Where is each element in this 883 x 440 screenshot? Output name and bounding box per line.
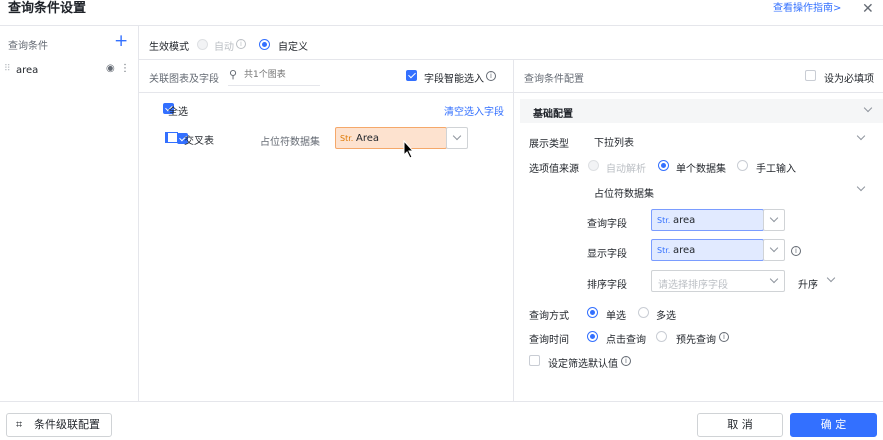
left-panel-divider (138, 25, 139, 401)
default-value-checkbox[interactable] (529, 355, 540, 366)
sort-field-select[interactable]: 请选择排序字段 (651, 270, 785, 292)
display-field-dropdown[interactable] (763, 239, 785, 261)
dialog-title: 查询条件设置 (8, 1, 87, 16)
mode-custom-radio[interactable] (259, 39, 270, 50)
source-auto-radio (588, 160, 599, 171)
mode-label: 生效模式 (149, 42, 189, 53)
dataset-value: 占位符数据集 (594, 189, 654, 200)
source-auto-label: 自动解析 (606, 164, 646, 175)
query-mode-multi-radio[interactable] (638, 307, 649, 318)
cancel-button[interactable]: 取 消 (697, 413, 783, 437)
display-type-label: 展示类型 (529, 139, 569, 150)
cascade-config-button[interactable]: ⌗ 条件级联配置 (6, 413, 112, 437)
query-field-dropdown[interactable] (763, 209, 785, 231)
chevron-down-icon (769, 213, 779, 223)
clear-fields-link[interactable]: 清空选入字段 (444, 103, 504, 118)
sort-field-label: 排序字段 (587, 280, 627, 291)
right-header-label: 查询条件配置 (524, 74, 584, 85)
chart-search-input[interactable] (244, 66, 318, 84)
middle-right-divider (513, 60, 514, 401)
display-field-label: 显示字段 (587, 249, 627, 260)
source-manual-label: 手工输入 (756, 164, 796, 175)
chevron-down-icon (826, 273, 836, 283)
query-mode-multi-label: 多选 (656, 311, 676, 322)
basic-config-section[interactable]: 基础配置 (520, 99, 883, 123)
guide-link[interactable]: 查看操作指南> (773, 1, 841, 17)
info-icon: i (719, 332, 729, 342)
dataset-select[interactable]: 占位符数据集 (590, 179, 873, 201)
condition-item[interactable]: ⠿ area ◉ ⋮ (0, 60, 138, 82)
query-field-label: 查询字段 (587, 219, 627, 230)
display-field-value: area (673, 245, 696, 256)
source-single-label: 单个数据集 (676, 164, 726, 175)
section-title: 基础配置 (533, 109, 573, 120)
plus-icon[interactable]: + (114, 30, 128, 52)
query-time-pre-label: 预先查询 (676, 335, 716, 346)
chevron-down-icon (856, 131, 866, 141)
required-label: 设为必填项 (824, 74, 874, 85)
smart-select-label: 字段智能选入 (424, 74, 484, 85)
eye-icon[interactable]: ◉ (106, 63, 115, 74)
mouse-cursor-icon (403, 140, 415, 159)
middle-header-divider (139, 92, 513, 93)
chevron-down-icon (769, 274, 779, 284)
chevron-down-icon (863, 103, 873, 113)
related-charts-label: 关联图表及字段 (149, 74, 219, 85)
mode-auto-label: 自动 (214, 42, 234, 53)
drag-handle-icon[interactable]: ⠿ (4, 64, 11, 74)
footer-divider (0, 401, 883, 402)
info-icon: i (621, 356, 631, 366)
query-time-label: 查询时间 (529, 335, 569, 346)
left-panel-title: 查询条件 (8, 41, 48, 52)
query-mode-single-label: 单选 (606, 311, 626, 322)
mode-divider (139, 59, 883, 60)
query-time-click-label: 点击查询 (606, 335, 646, 346)
condition-item-label: area (16, 65, 39, 76)
chart-dataset-label: 占位符数据集 (260, 137, 320, 148)
source-manual-radio[interactable] (737, 160, 748, 171)
sort-field-placeholder: 请选择排序字段 (658, 280, 728, 291)
field-type-tag: Str. (657, 246, 671, 255)
default-value-label: 设定筛选默认值 (548, 359, 618, 370)
chart-field-dropdown[interactable] (446, 127, 468, 149)
source-label: 选项值来源 (529, 164, 579, 175)
display-type-select[interactable]: 下拉列表 (590, 128, 873, 150)
info-icon: i (236, 39, 246, 49)
display-type-value: 下拉列表 (594, 138, 634, 149)
query-time-pre-radio[interactable] (656, 331, 667, 342)
more-icon[interactable]: ⋮ (120, 63, 130, 74)
cascade-config-label: 条件级联配置 (34, 418, 100, 431)
mode-custom-label: 自定义 (278, 42, 308, 53)
sort-order-value: 升序 (798, 280, 818, 291)
select-all-label: 全选 (168, 107, 188, 118)
chevron-down-icon (856, 182, 866, 192)
mode-auto-radio (197, 39, 208, 50)
required-checkbox[interactable] (805, 70, 816, 81)
info-icon: i (486, 71, 496, 81)
confirm-button[interactable]: 确 定 (790, 413, 877, 437)
chart-field-select[interactable]: Str. Area (335, 127, 447, 149)
cascade-icon: ⌗ (16, 418, 23, 431)
chart-field-value: Area (356, 133, 380, 144)
close-icon[interactable]: ✕ (862, 0, 874, 18)
sort-order-select[interactable]: 升序 (796, 270, 844, 292)
field-type-tag: Str. (657, 216, 671, 225)
query-mode-single-radio[interactable] (587, 307, 598, 318)
right-header-divider (514, 92, 883, 93)
field-type-tag: Str. (340, 134, 354, 143)
header-divider (0, 25, 883, 26)
chevron-down-icon (452, 131, 462, 141)
smart-select-checkbox[interactable] (406, 70, 417, 81)
source-single-radio[interactable] (658, 160, 669, 171)
query-time-click-radio[interactable] (587, 331, 598, 342)
query-field-value: area (673, 215, 696, 226)
query-mode-label: 查询方式 (529, 311, 569, 322)
chart-name: 交叉表 (184, 136, 214, 147)
display-field-select[interactable]: Str. area (651, 239, 764, 261)
chevron-down-icon (769, 243, 779, 253)
query-field-select[interactable]: Str. area (651, 209, 764, 231)
table-chart-icon (165, 132, 178, 143)
info-icon: i (791, 246, 801, 256)
